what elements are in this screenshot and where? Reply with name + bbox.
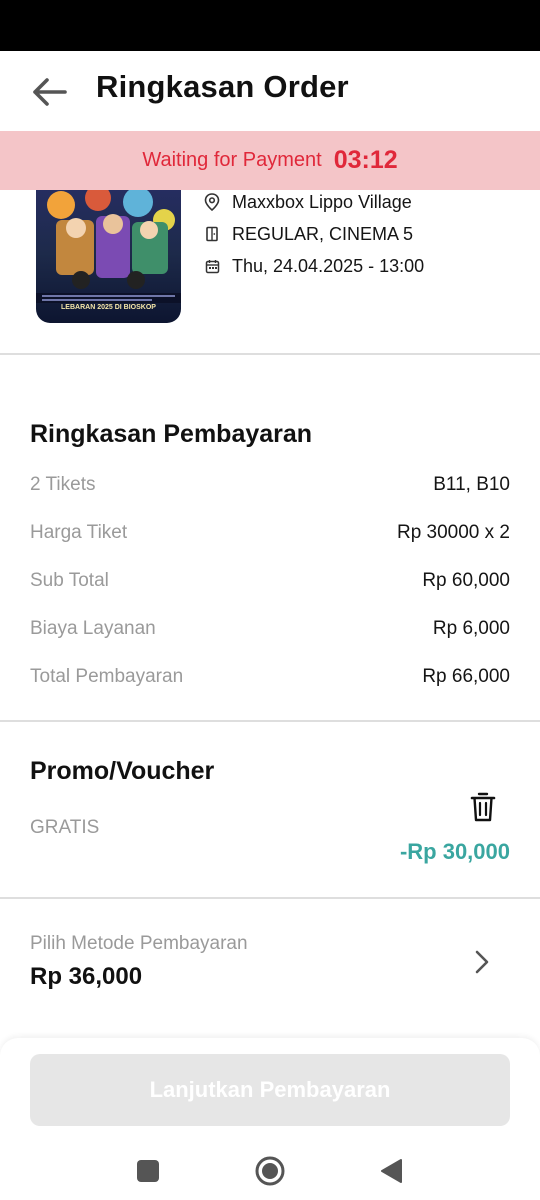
chevron-right-icon — [470, 948, 494, 976]
showtime-datetime: Thu, 24.04.2025 - 13:00 — [232, 255, 425, 276]
trash-icon — [470, 792, 496, 822]
home-button[interactable] — [250, 1151, 290, 1191]
payment-status-text: Waiting for Payment — [142, 149, 322, 171]
payment-countdown-timer: 03:12 — [333, 146, 398, 174]
summary-label: 2 Tikets — [30, 474, 96, 495]
studio-name: REGULAR, CINEMA 5 — [232, 223, 414, 244]
calendar-icon — [203, 257, 221, 275]
summary-row-service-fee: Biaya Layanan Rp 6,000 — [30, 615, 510, 643]
divider — [0, 897, 540, 899]
payment-amount: Rp 36,000 — [30, 963, 143, 990]
summary-row-subtotal: Sub Total Rp 60,000 — [30, 567, 510, 595]
studio-row: REGULAR, CINEMA 5 — [203, 218, 424, 250]
status-bar — [0, 0, 540, 51]
summary-row-tickets: 2 Tikets B11, B10 — [30, 471, 510, 499]
back-triangle-icon — [381, 1159, 402, 1183]
discount-amount: -Rp 30,000 — [399, 839, 510, 864]
summary-label: Total Pembayaran — [30, 666, 184, 687]
divider — [0, 353, 540, 355]
summary-value: B11, B10 — [433, 474, 510, 495]
summary-label: Harga Tiket — [30, 522, 128, 543]
app-header: Ringkasan Order — [0, 51, 540, 131]
payment-summary-title: Ringkasan Pembayaran — [30, 420, 313, 448]
remove-voucher-button[interactable] — [467, 789, 499, 825]
poster-caption: LEBARAN 2025 DI BIOSKOP — [61, 304, 156, 311]
summary-row-ticket-price: Harga Tiket Rp 30000 x 2 — [30, 519, 510, 547]
summary-value: Rp 66,000 — [422, 666, 510, 687]
location-pin-icon — [203, 193, 221, 211]
promo-code: GRATIS — [30, 817, 100, 838]
summary-value: Rp 6,000 — [432, 618, 510, 639]
movie-info: Maxxbox Lippo Village REGULAR, CINEMA 5 … — [203, 186, 424, 282]
divider — [0, 720, 540, 722]
payment-method-label: Pilih Metode Pembayaran — [30, 933, 248, 954]
back-button[interactable] — [28, 71, 70, 113]
home-circle-icon — [255, 1156, 285, 1186]
door-icon — [203, 225, 221, 243]
showtime-row: Thu, 24.04.2025 - 13:00 — [203, 250, 424, 282]
summary-label: Sub Total — [30, 570, 109, 591]
recent-apps-button[interactable] — [128, 1151, 168, 1191]
summary-label: Biaya Layanan — [30, 618, 156, 639]
select-payment-method-row[interactable]: Pilih Metode Pembayaran Rp 36,000 — [0, 920, 540, 1010]
continue-payment-button[interactable]: Lanjutkan Pembayaran — [30, 1054, 510, 1126]
cinema-name: Maxxbox Lippo Village — [232, 191, 412, 212]
summary-value: Rp 60,000 — [422, 570, 510, 591]
page-title: Ringkasan Order — [96, 69, 349, 104]
arrow-left-icon — [33, 78, 67, 106]
cinema-row: Maxxbox Lippo Village — [203, 186, 424, 218]
payment-status-banner: Waiting for Payment 03:12 — [0, 131, 540, 190]
promo-voucher-title: Promo/Voucher — [30, 757, 215, 785]
summary-row-total: Total Pembayaran Rp 66,000 — [30, 663, 510, 691]
back-nav-button[interactable] — [371, 1151, 411, 1191]
system-navigation-bar — [0, 1140, 540, 1200]
square-icon — [137, 1160, 159, 1182]
summary-value: Rp 30000 x 2 — [396, 522, 510, 543]
